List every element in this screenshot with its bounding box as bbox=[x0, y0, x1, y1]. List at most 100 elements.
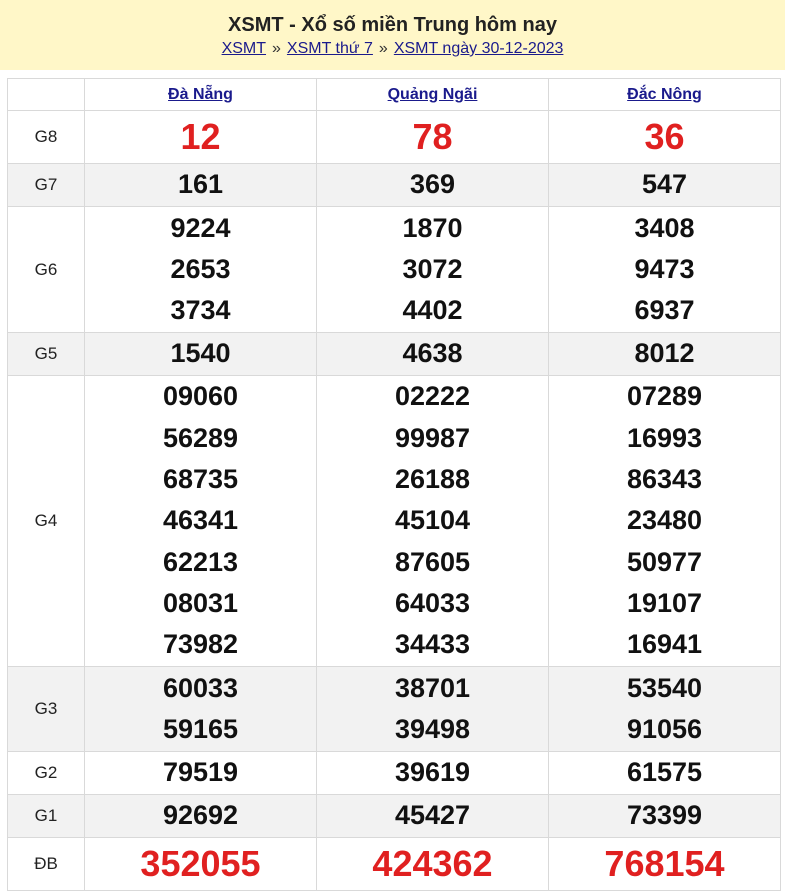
province-link-dac-nong[interactable]: Đắc Nông bbox=[627, 86, 702, 103]
prize-cell: 369 bbox=[316, 163, 549, 207]
prize-label: G2 bbox=[7, 751, 85, 795]
prize-cell: 4638 bbox=[316, 332, 549, 376]
prize-number: 59165 bbox=[162, 714, 239, 744]
prize-number: 369 bbox=[409, 169, 456, 200]
prize-number: 36 bbox=[644, 116, 685, 157]
prize-number: 61575 bbox=[626, 757, 703, 788]
breadcrumb-xsmt-link[interactable]: XSMT bbox=[222, 40, 266, 57]
prize-number: 73982 bbox=[162, 629, 239, 660]
prize-number: 3408 bbox=[634, 212, 695, 243]
prize-row: G6 9224 2653 3734 1870 3072 4402 3408 9473 6937 bbox=[7, 206, 781, 333]
prize-cell: 1870 3072 4402 bbox=[316, 206, 549, 333]
prize-cell: 61575 bbox=[548, 751, 781, 795]
results-table: Đà Nẵng Quảng Ngãi Đắc Nông G8 12 78 36 G7 16… bbox=[7, 78, 781, 891]
prize-number: 46341 bbox=[162, 505, 239, 536]
prize-number: 12 bbox=[180, 116, 221, 157]
corner-cell bbox=[7, 78, 85, 111]
breadcrumb-xsmt-date-link[interactable]: XSMT ngày 30-12-2023 bbox=[394, 40, 564, 57]
prize-row: G3 60033 59165 38701 39498 53540 91056 bbox=[7, 666, 781, 752]
prize-number: 3734 bbox=[170, 295, 231, 326]
prize-cell: 78 bbox=[316, 110, 549, 164]
prize-cell: 8012 bbox=[548, 332, 781, 376]
prize-label: G4 bbox=[7, 375, 85, 667]
prize-cell: 09060 56289 68735 46341 62213 08031 73982 bbox=[84, 375, 317, 667]
prize-number: 50977 bbox=[626, 546, 703, 577]
prize-number: 07289 bbox=[626, 381, 703, 412]
prize-number: 16993 bbox=[626, 422, 703, 453]
prize-cell: 352055 bbox=[84, 837, 317, 891]
prize-number: 45427 bbox=[394, 800, 471, 831]
prize-number: 92692 bbox=[162, 800, 239, 831]
prize-number: 9473 bbox=[634, 253, 695, 284]
prize-number: 68735 bbox=[162, 464, 239, 495]
prize-number: 4638 bbox=[402, 338, 463, 369]
page-title: XSMT - Xổ số miền Trung hôm nay bbox=[228, 14, 557, 36]
prize-label: G3 bbox=[7, 666, 85, 752]
prize-number: 1870 bbox=[402, 212, 463, 243]
prize-cell: 161 bbox=[84, 163, 317, 207]
province-header-row: Đà Nẵng Quảng Ngãi Đắc Nông bbox=[7, 78, 781, 111]
prize-number: 62213 bbox=[162, 546, 239, 577]
prize-cell: 547 bbox=[548, 163, 781, 207]
prize-number: 8012 bbox=[634, 338, 695, 369]
prize-number: 39619 bbox=[394, 757, 471, 788]
prize-cell: 60033 59165 bbox=[84, 666, 317, 752]
province-link-quang-ngai[interactable]: Quảng Ngãi bbox=[388, 86, 478, 103]
prize-cell: 36 bbox=[548, 110, 781, 164]
prize-number: 56289 bbox=[162, 422, 239, 453]
prize-number: 1540 bbox=[170, 338, 231, 369]
prize-cell: 3408 9473 6937 bbox=[548, 206, 781, 333]
prize-number: 79519 bbox=[162, 757, 239, 788]
prize-cell: 38701 39498 bbox=[316, 666, 549, 752]
prize-number: 99987 bbox=[394, 422, 471, 453]
prize-number: 87605 bbox=[394, 546, 471, 577]
prize-cell: 73399 bbox=[548, 794, 781, 838]
prize-number: 352055 bbox=[140, 843, 261, 884]
breadcrumb: XSMT » XSMT thứ 7 » XSMT ngày 30-12-2023 bbox=[0, 39, 785, 59]
breadcrumb-xsmt-weekday-link[interactable]: XSMT thứ 7 bbox=[287, 40, 373, 57]
prize-number: 53540 bbox=[626, 672, 703, 703]
prize-row: G5 1540 4638 8012 bbox=[7, 332, 781, 376]
prize-number: 34433 bbox=[394, 629, 471, 660]
prize-number: 3072 bbox=[402, 253, 463, 284]
prize-cell: 768154 bbox=[548, 837, 781, 891]
breadcrumb-separator: » bbox=[272, 40, 281, 57]
prize-number: 39498 bbox=[394, 714, 471, 744]
prize-number: 91056 bbox=[626, 714, 703, 744]
prize-cell: 02222 99987 26188 45104 87605 64033 34433 bbox=[316, 375, 549, 667]
prize-number: 64033 bbox=[394, 587, 471, 618]
prize-cell: 9224 2653 3734 bbox=[84, 206, 317, 333]
prize-number: 4402 bbox=[402, 295, 463, 326]
prize-number: 6937 bbox=[634, 295, 695, 326]
province-link-da-nang[interactable]: Đà Nẵng bbox=[168, 86, 233, 103]
prize-number: 161 bbox=[177, 169, 224, 200]
prize-row: ĐB 352055 424362 768154 bbox=[7, 837, 781, 891]
prize-number: 16941 bbox=[626, 629, 703, 660]
prize-number: 768154 bbox=[604, 843, 725, 884]
prize-number: 547 bbox=[641, 169, 688, 200]
prize-number: 78 bbox=[412, 116, 453, 157]
prize-number: 2653 bbox=[170, 253, 231, 284]
prize-number: 02222 bbox=[394, 381, 471, 412]
prize-label: G6 bbox=[7, 206, 85, 333]
prize-row: G7 161 369 547 bbox=[7, 163, 781, 207]
prize-label: ĐB bbox=[7, 837, 85, 891]
prize-number: 9224 bbox=[170, 212, 231, 243]
prize-number: 26188 bbox=[394, 464, 471, 495]
prize-cell: 1540 bbox=[84, 332, 317, 376]
prize-number: 86343 bbox=[626, 464, 703, 495]
prize-cell: 92692 bbox=[84, 794, 317, 838]
prize-number: 09060 bbox=[162, 381, 239, 412]
prize-number: 73399 bbox=[626, 800, 703, 831]
prize-number: 38701 bbox=[394, 672, 471, 703]
prize-label: G1 bbox=[7, 794, 85, 838]
prize-cell: 79519 bbox=[84, 751, 317, 795]
breadcrumb-separator: » bbox=[378, 40, 388, 57]
prize-label: G7 bbox=[7, 163, 85, 207]
prize-cell: 424362 bbox=[316, 837, 549, 891]
prize-row: G8 12 78 36 bbox=[7, 110, 781, 164]
prize-number: 45104 bbox=[394, 505, 471, 536]
prize-label: G5 bbox=[7, 332, 85, 376]
prize-cell: 39619 bbox=[316, 751, 549, 795]
prize-cell: 53540 91056 bbox=[548, 666, 781, 752]
